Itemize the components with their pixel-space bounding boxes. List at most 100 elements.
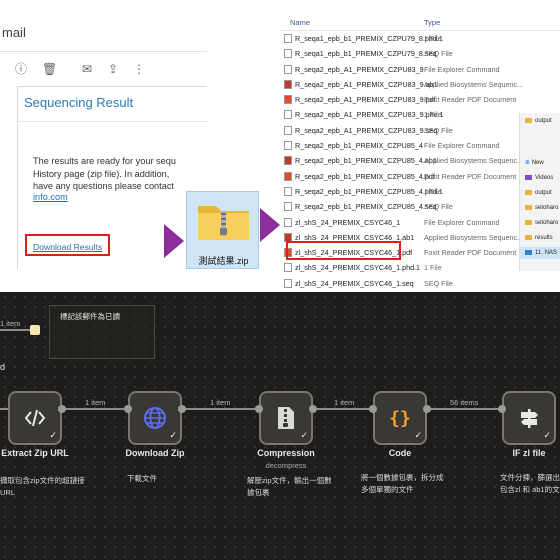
input-port[interactable] — [255, 405, 263, 413]
file-icon — [284, 278, 292, 288]
output-port[interactable] — [178, 405, 186, 413]
file-name: R_seqa1_epb_b1_PREMIX_CZPU79_8.seq — [295, 49, 437, 59]
success-check-icon: ✓ — [49, 430, 57, 440]
node-description: 解壓zip文件，輸出一個數 據包裹 — [247, 476, 332, 497]
success-check-icon: ✓ — [300, 430, 308, 440]
sticky-note[interactable]: 標記該郵件為已讀 — [49, 305, 155, 359]
node-if-zl-file[interactable]: ✓ — [502, 391, 556, 445]
zip-file-tile[interactable]: 測試結果.zip — [186, 191, 259, 269]
success-check-icon: ✓ — [169, 430, 177, 440]
node-compression[interactable]: ✓ — [259, 391, 313, 445]
file-name: zl_shS_24_PREMIX_CSYC46_1.seq — [295, 278, 414, 288]
file-name: R_seqa2_epb_A1_PREMIX_CZPU83_9.ab1 — [295, 79, 438, 89]
file-row[interactable]: R_seqa2_epb_A1_PREMIX_CZPU83_9.pdf Foxit … — [280, 92, 560, 107]
file-icon — [284, 141, 292, 151]
sidebar-item[interactable]: results — [525, 235, 553, 241]
info-link[interactable]: info.com — [33, 192, 68, 202]
file-icon — [284, 125, 292, 135]
file-name: R_seqa2_epb_A1_PREMIX_CZPU83_9.phd.1 — [295, 110, 444, 120]
column-name[interactable]: Name — [290, 18, 310, 27]
explorer-sidebar: output ⊕ New Videos output setoharo seto… — [519, 113, 560, 271]
mark-unread-icon[interactable]: ✉ — [80, 62, 94, 76]
mail-header-title: mail — [2, 25, 26, 40]
file-name: zl_shS_24_PREMIX_CSYC46_1 — [295, 217, 401, 227]
move-to-icon[interactable]: ⇪ — [106, 62, 120, 76]
file-row[interactable]: R_seqa2_epb_A1_PREMIX_CZPU83_9.phd.1 1 Fi… — [280, 107, 560, 122]
file-type: SEQ File — [424, 125, 453, 135]
node-extract-zip-url[interactable]: ✓ — [8, 391, 62, 445]
output-port[interactable] — [309, 405, 317, 413]
column-type[interactable]: Type — [424, 18, 440, 27]
file-row[interactable]: zl_shS_24_PREMIX_CSYC46_1.phd.1 1 File — [280, 260, 560, 275]
file-icon — [284, 49, 292, 59]
file-row[interactable]: R_seqa2_epb_b1_PREMIX_CZPU85_4.ab1 Applie… — [280, 153, 560, 168]
node-stub[interactable] — [30, 325, 40, 335]
delete-icon[interactable]: 🗑 — [42, 62, 57, 76]
file-icon — [284, 202, 292, 212]
node-description: 文件分揀，篩選出 包含zl 和 ab1的文 — [500, 473, 560, 494]
file-type: 1 File — [424, 34, 442, 43]
file-row[interactable]: R_seqa2_epb_A1_PREMIX_CZPU83_9.seq SEQ Fi… — [280, 123, 560, 138]
node-description: 擷取包含zip文件的超鏈接 URL — [0, 476, 85, 497]
file-name: R_seqa2_epb_b1_PREMIX_CZPU85_4.pdf — [295, 171, 435, 181]
file-icon — [284, 34, 292, 43]
file-explorer: Name Type R_seqa1_epb_b1_PREMIX_CZPU79_8… — [280, 14, 560, 292]
sidebar-item[interactable]: output — [525, 118, 552, 124]
highlight-box — [25, 234, 110, 256]
card-body-text: The results are ready for your sequ Hist… — [33, 156, 176, 191]
sidebar-item[interactable]: setoharo — [525, 220, 558, 226]
file-icon — [284, 217, 292, 227]
folder-icon — [525, 118, 532, 123]
sidebar-item[interactable]: setoharo — [525, 205, 558, 211]
connection-item-count: 1 item — [0, 319, 21, 328]
file-type: File Explorer Command — [424, 141, 500, 151]
info-icon[interactable]: ⓘ — [14, 62, 28, 76]
node-label: Download Zip — [125, 448, 185, 458]
node-label: Compression — [257, 448, 315, 458]
file-row[interactable]: zl_shS_24_PREMIX_CSYC46_1.seq SEQ File — [280, 276, 560, 291]
connection-line — [0, 408, 8, 410]
file-row[interactable]: R_seqa1_epb_b1_PREMIX_CZPU79_8.phd.1 1 Fi… — [280, 31, 560, 46]
workflow-canvas[interactable]: 1 item 標記該郵件為已讀 d 1 item 1 item 1 item 5… — [0, 292, 560, 560]
input-port[interactable] — [369, 405, 377, 413]
drive-icon — [525, 250, 532, 255]
node-label: Code — [388, 448, 412, 458]
success-check-icon: ✓ — [543, 430, 551, 440]
file-row[interactable]: R_seqa2_epb_b1_PREMIX_CZPU85_4 File Explo… — [280, 138, 560, 153]
file-type: Applied Biosystems Sequenc... — [424, 156, 524, 166]
file-row[interactable]: R_seqa2_epb_b1_PREMIX_CZPU85_4.phd.1 1 Fi… — [280, 184, 560, 199]
connection-line — [183, 408, 261, 410]
file-name: R_seqa2_epb_b1_PREMIX_CZPU85_4.phd.1 — [295, 186, 443, 196]
node-label: Extract Zip URL — [1, 448, 69, 458]
file-row[interactable]: R_seqa2_epb_A1_PREMIX_CZPU83_9 File Explo… — [280, 62, 560, 77]
node-download-zip[interactable]: ✓ — [128, 391, 182, 445]
output-port[interactable] — [58, 405, 66, 413]
file-row[interactable]: zl_shS_24_PREMIX_CSYC46_1 File Explorer C… — [280, 215, 560, 230]
file-row[interactable]: R_seqa2_epb_A1_PREMIX_CZPU83_9.ab1 Applie… — [280, 77, 560, 92]
plus-icon: ⊕ — [525, 160, 532, 166]
input-port[interactable] — [124, 405, 132, 413]
file-name: R_seqa2_epb_b1_PREMIX_CZPU85_4.ab1 — [295, 156, 437, 166]
output-port[interactable] — [423, 405, 431, 413]
mail-toolbar: ⓘ 🗑 ✉ ⇪ ⋮ — [0, 54, 207, 86]
file-icon — [284, 110, 292, 120]
node-description: 下載文件 — [127, 474, 157, 483]
more-options-icon[interactable]: ⋮ — [132, 62, 146, 76]
mail-header: mail — [0, 14, 207, 52]
connection-item-count: 1 item — [334, 398, 355, 407]
file-row[interactable]: R_seqa2_epb_b1_PREMIX_CZPU85_4.seq SEQ Fi… — [280, 199, 560, 214]
file-type: 1 File — [424, 186, 442, 196]
file-type: File Explorer Command — [424, 64, 500, 74]
input-port[interactable] — [498, 405, 506, 413]
node-description: 將一個數據包裹，拆分成 多個單獨的文件 — [361, 473, 444, 494]
file-row[interactable]: R_seqa1_epb_b1_PREMIX_CZPU79_8.seq SEQ Fi… — [280, 46, 560, 61]
arrow-right-icon — [164, 224, 184, 258]
file-name: R_seqa2_epb_b1_PREMIX_CZPU85_4 — [295, 141, 423, 151]
sidebar-item[interactable]: output — [525, 190, 552, 196]
sidebar-item[interactable]: 11. NAS — [525, 250, 557, 256]
node-code[interactable]: {} ✓ — [373, 391, 427, 445]
sidebar-item[interactable]: Videos — [525, 175, 553, 181]
file-icon — [284, 64, 292, 74]
new-button[interactable]: ⊕ New — [525, 159, 544, 166]
file-row[interactable]: R_seqa2_epb_b1_PREMIX_CZPU85_4.pdf Foxit … — [280, 169, 560, 184]
